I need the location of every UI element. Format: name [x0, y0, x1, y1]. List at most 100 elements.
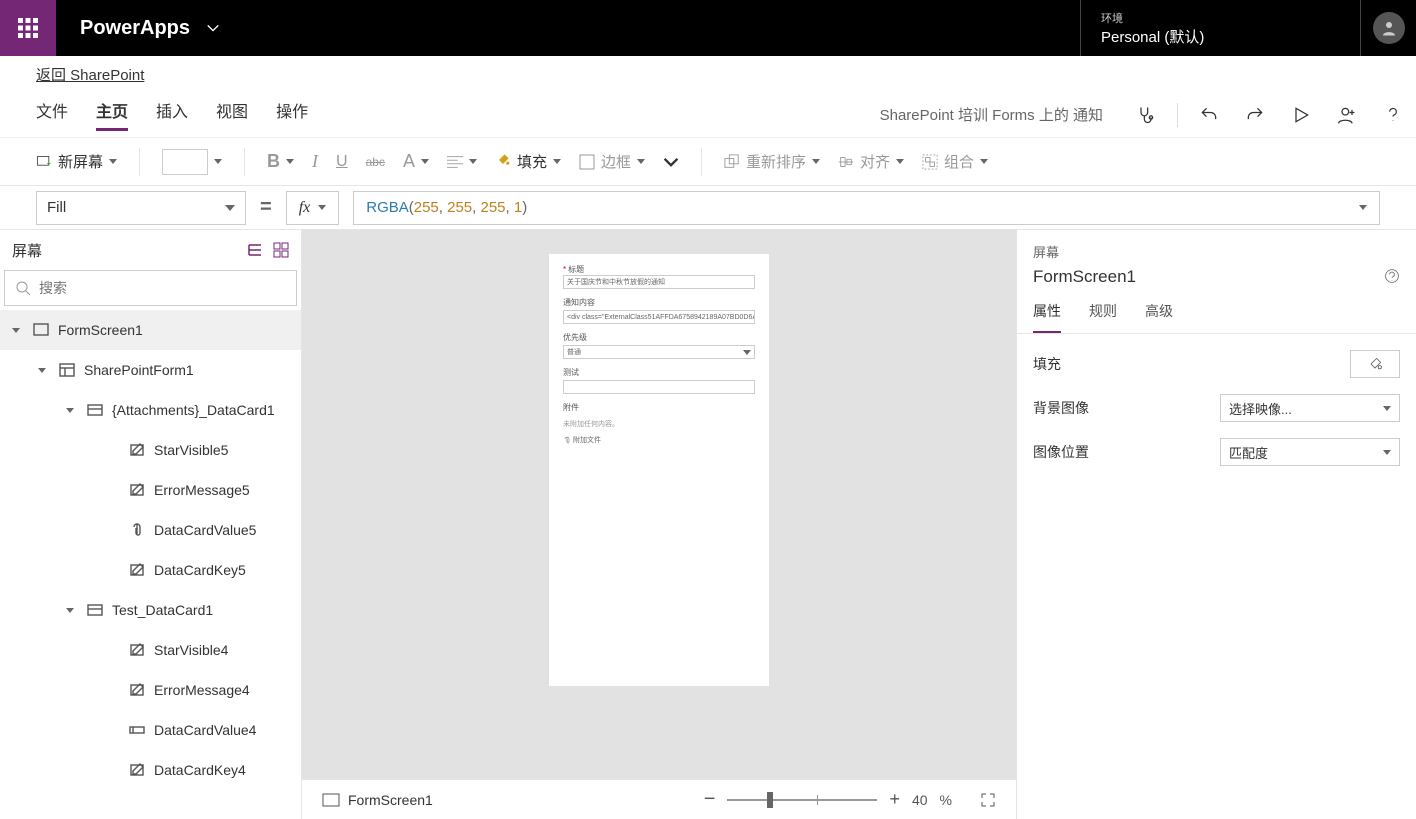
redo-icon [1245, 105, 1265, 125]
tree-item-label: StarVisible4 [154, 642, 228, 658]
tree-item-label: Test_DataCard1 [112, 602, 213, 618]
design-canvas[interactable]: *标题 关于国庆节和中秋节放假的通知 通知内容 <div class="Exte… [302, 230, 1016, 779]
new-screen-label: 新屏幕 [58, 151, 103, 172]
edit-icon [129, 642, 145, 658]
tree-item-starvisible4[interactable]: StarVisible4 [0, 630, 301, 670]
prop-imagepos-label: 图像位置 [1033, 442, 1089, 462]
zoom-in-button[interactable]: + [889, 789, 900, 810]
underline-button[interactable]: U [336, 153, 348, 171]
chevron-down-icon [1383, 406, 1391, 411]
redo-button[interactable] [1232, 92, 1278, 138]
chevron-down-icon [225, 205, 235, 211]
format-options-button[interactable] [663, 154, 679, 170]
fx-button[interactable]: fx [286, 191, 340, 225]
help-button[interactable] [1370, 92, 1416, 138]
play-button[interactable] [1278, 92, 1324, 138]
tree-item-sharepointform1[interactable]: SharePointForm1 [0, 350, 301, 390]
fill-label: 填充 [517, 151, 547, 172]
tree-item-label: StarVisible5 [154, 442, 228, 458]
zoom-slider[interactable] [727, 799, 877, 801]
border-button[interactable]: 边框 [579, 151, 645, 172]
chevron-down-icon [66, 608, 74, 613]
formula-bar[interactable]: RGBA(255, 255, 255, 1) [353, 191, 1380, 225]
theme-color-picker[interactable] [162, 149, 222, 175]
zoom-unit: % [940, 792, 952, 808]
thumbnail-view-icon[interactable] [273, 242, 289, 258]
share-button[interactable] [1324, 92, 1370, 138]
text-align-button[interactable] [447, 154, 477, 170]
person-add-icon [1337, 105, 1357, 125]
tree-item-datacardkey4[interactable]: DataCardKey4 [0, 750, 301, 790]
props-help-button[interactable] [1384, 268, 1400, 287]
prop-bgimage-select[interactable]: 选择映像... [1220, 394, 1400, 422]
property-selector[interactable]: Fill [36, 191, 246, 225]
app-checker-button[interactable] [1123, 92, 1169, 138]
props-tab-advanced[interactable]: 高级 [1145, 301, 1173, 333]
mock-attach-action: 附加文件 [563, 435, 755, 445]
menu-file[interactable]: 文件 [36, 98, 68, 131]
tree-item-datacardvalue5[interactable]: DataCardValue5 [0, 510, 301, 550]
tree-item-label: DataCardValue5 [154, 522, 256, 538]
tree-item-datacardkey5[interactable]: DataCardKey5 [0, 550, 301, 590]
user-avatar[interactable] [1360, 0, 1416, 56]
textbox-icon [129, 722, 145, 738]
menu-home[interactable]: 主页 [96, 98, 128, 131]
font-color-button[interactable]: A [403, 151, 429, 172]
undo-button[interactable] [1186, 92, 1232, 138]
tree-item-errormessage5[interactable]: ErrorMessage5 [0, 470, 301, 510]
italic-button[interactable]: I [312, 151, 318, 172]
reorder-button[interactable]: 重新排序 [724, 151, 820, 172]
fx-label: fx [299, 199, 311, 217]
chevron-down-icon [214, 159, 222, 164]
chevron-down-icon [12, 328, 20, 333]
back-to-sharepoint-link[interactable]: 返回 SharePoint [36, 64, 144, 85]
props-type-label: 屏幕 [1033, 242, 1400, 261]
question-circle-icon [1384, 268, 1400, 284]
tree-item-starvisible5[interactable]: StarVisible5 [0, 430, 301, 470]
prop-imagepos-select[interactable]: 匹配度 [1220, 438, 1400, 466]
new-screen-button[interactable]: 新屏幕 [36, 151, 117, 172]
mock-priority-label: 优先级 [563, 332, 755, 343]
reorder-icon [724, 154, 740, 170]
tree-item-label: {Attachments}_DataCard1 [112, 402, 275, 418]
props-object-name: FormScreen1 [1033, 267, 1136, 287]
menu-action[interactable]: 操作 [276, 98, 308, 131]
prop-fill-color-button[interactable] [1350, 350, 1400, 378]
chevron-down-icon [66, 408, 74, 413]
edit-icon [129, 682, 145, 698]
align-button[interactable]: 对齐 [838, 151, 904, 172]
tree-item-datacardvalue4[interactable]: DataCardValue4 [0, 710, 301, 750]
tree-item-label: ErrorMessage5 [154, 482, 250, 498]
tree-search-field[interactable] [39, 280, 286, 296]
waffle-launcher[interactable] [0, 0, 56, 56]
mock-title-input: 关于国庆节和中秋节放假的通知 [563, 275, 755, 289]
env-label: 环境 [1101, 10, 1340, 26]
paint-bucket-icon [1367, 356, 1383, 372]
tree-item--attachments--datacard1[interactable]: {Attachments}_DataCard1 [0, 390, 301, 430]
strikethrough-button[interactable]: abc [366, 155, 385, 169]
app-title[interactable]: PowerApps [56, 0, 244, 56]
tree-view-icon[interactable] [247, 242, 263, 258]
environment-picker[interactable]: 环境 Personal (默认) [1080, 0, 1360, 56]
tree-item-formscreen1[interactable]: FormScreen1 [0, 310, 301, 350]
zoom-out-button[interactable]: − [704, 788, 716, 811]
props-tab-rules[interactable]: 规则 [1089, 301, 1117, 333]
tree-item-test-datacard1[interactable]: Test_DataCard1 [0, 590, 301, 630]
menu-insert[interactable]: 插入 [156, 98, 188, 131]
group-button[interactable]: 组合 [922, 151, 988, 172]
tree-item-label: DataCardKey4 [154, 762, 246, 778]
fill-button[interactable]: 填充 [495, 151, 561, 172]
bold-button[interactable]: B [267, 151, 294, 172]
chevron-down-icon [318, 205, 326, 210]
tree-item-label: FormScreen1 [58, 322, 143, 338]
tree-item-errormessage4[interactable]: ErrorMessage4 [0, 670, 301, 710]
menu-view[interactable]: 视图 [216, 98, 248, 131]
tree-search-input[interactable] [4, 270, 297, 306]
mock-test-input [563, 380, 755, 394]
fullscreen-icon[interactable] [980, 792, 996, 808]
props-tab-properties[interactable]: 属性 [1033, 301, 1061, 333]
attach-icon [129, 522, 145, 538]
mock-attach-label: 附件 [563, 402, 755, 413]
status-screen-name: FormScreen1 [348, 792, 433, 808]
border-icon [579, 154, 595, 170]
